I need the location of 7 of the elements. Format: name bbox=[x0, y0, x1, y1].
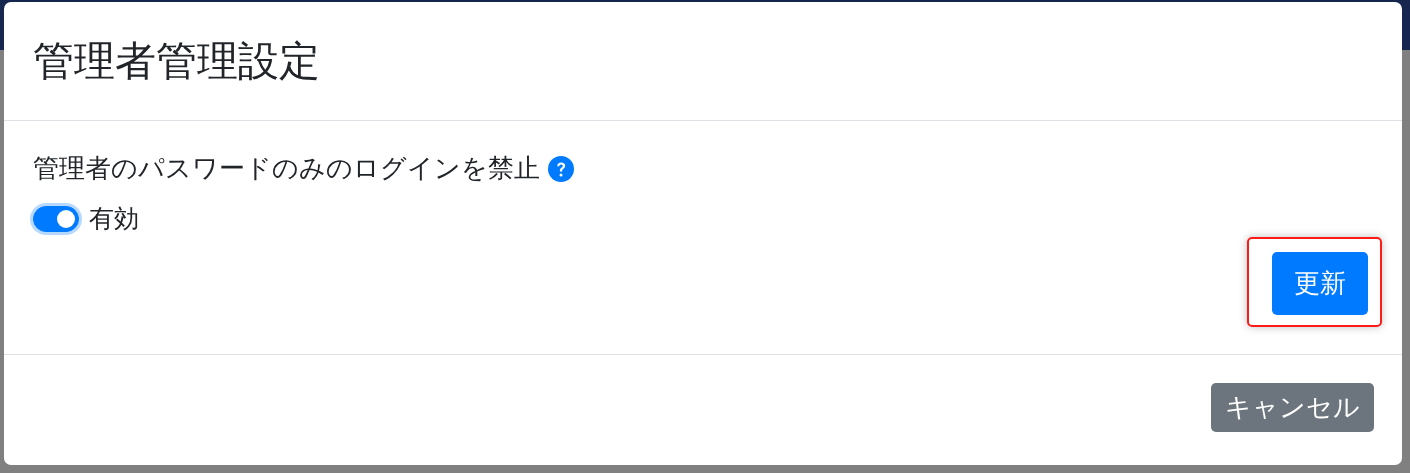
help-icon[interactable] bbox=[548, 155, 574, 182]
toggle-label: 有効 bbox=[89, 203, 139, 235]
cancel-button[interactable]: キャンセル bbox=[1211, 383, 1374, 432]
update-button[interactable]: 更新 bbox=[1272, 252, 1368, 315]
setting-label: 管理者のパスワードのみのログインを禁止 bbox=[33, 152, 540, 185]
dialog-title: 管理者管理設定 bbox=[33, 35, 320, 87]
toggle-switch[interactable] bbox=[33, 205, 79, 232]
